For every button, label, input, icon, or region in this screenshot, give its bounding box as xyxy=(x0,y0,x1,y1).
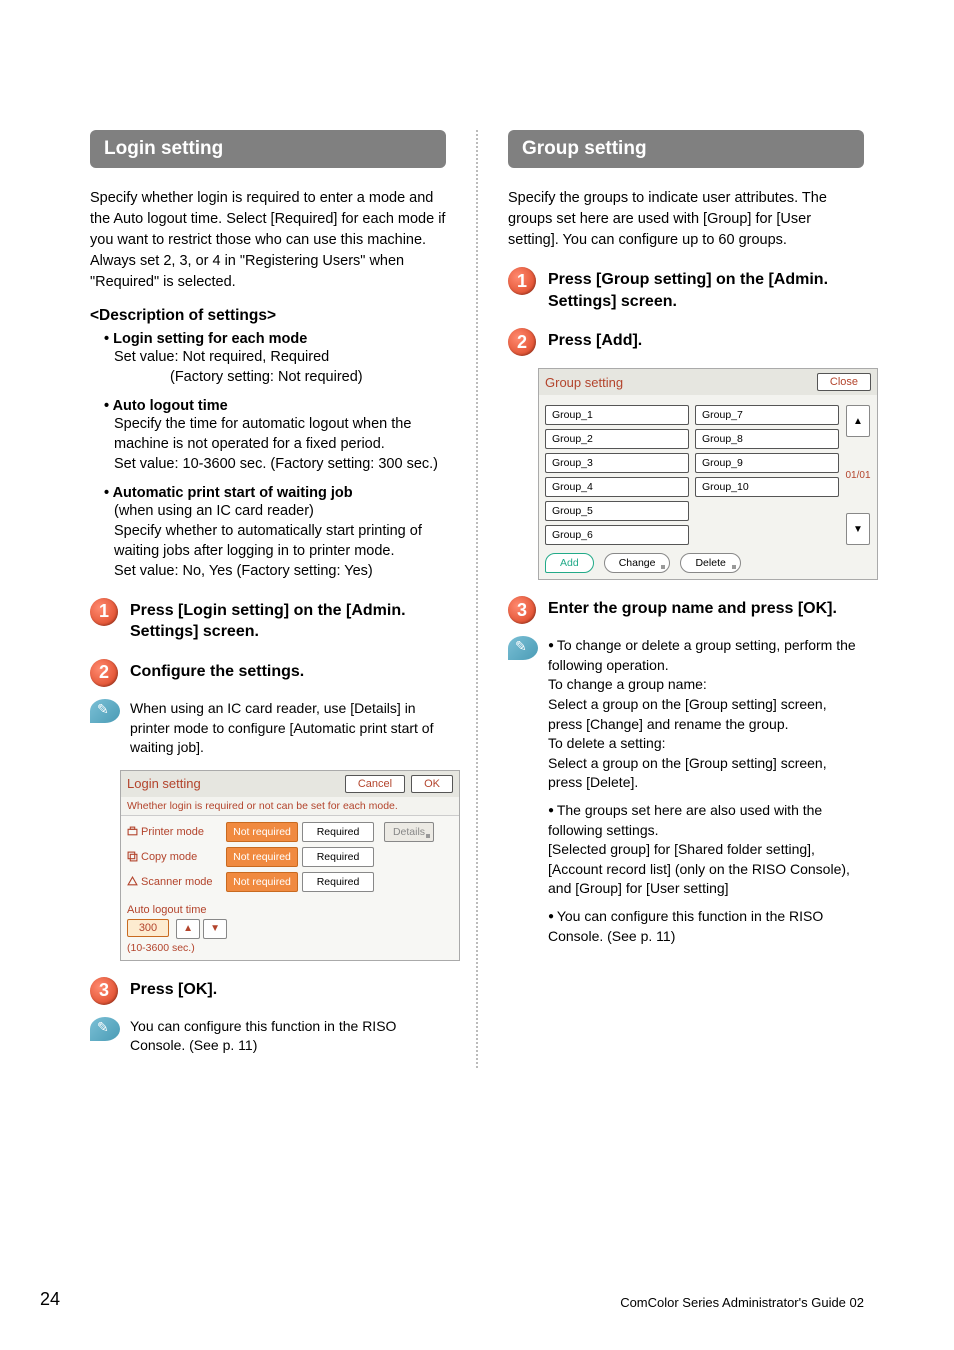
right-step-2: Press [Add]. xyxy=(548,328,642,352)
logout-up-button[interactable]: ▲ xyxy=(176,919,200,939)
bullet-auto-print: Automatic print start of waiting job xyxy=(104,485,446,501)
scanner-req-button[interactable]: Required xyxy=(302,872,374,892)
group-item[interactable]: Group_2 xyxy=(545,429,689,449)
group-setting-heading: Group setting xyxy=(508,130,864,168)
scanner-icon xyxy=(127,876,138,887)
copy-notreq-button[interactable]: Not required xyxy=(226,847,298,867)
login-dlg-ok-button[interactable]: OK xyxy=(411,775,453,793)
note-icon xyxy=(90,699,120,723)
login-dlg-sub: Whether login is required or not can be … xyxy=(121,797,459,816)
group-dlg-title: Group setting xyxy=(545,375,623,390)
bullet-auto-print-d2: Set value: No, Yes (Factory setting: Yes… xyxy=(114,561,446,581)
printer-notreq-button[interactable]: Not required xyxy=(226,822,298,842)
group-item[interactable]: Group_7 xyxy=(695,405,839,425)
left-step-2: Configure the settings. xyxy=(130,659,304,683)
group-intro: Specify the groups to indicate user attr… xyxy=(508,188,864,251)
bullet-auto-logout-d1: Specify the time for automatic logout wh… xyxy=(114,414,446,455)
auto-logout-label: Auto logout time xyxy=(127,904,453,916)
note-icon xyxy=(90,1017,120,1041)
column-divider xyxy=(476,130,478,1068)
bullet-auto-logout: Auto logout time xyxy=(104,398,446,414)
bullet-auto-print-d0: (when using an IC card reader) xyxy=(114,501,446,521)
scanner-notreq-button[interactable]: Not required xyxy=(226,872,298,892)
auto-logout-range: (10-3600 sec.) xyxy=(127,942,453,954)
group-item[interactable]: Group_5 xyxy=(545,501,689,521)
right-step-1: Press [Group setting] on the [Admin. Set… xyxy=(548,267,864,312)
bullet-auto-print-d1: Specify whether to automatically start p… xyxy=(114,521,446,562)
printer-req-button[interactable]: Required xyxy=(302,822,374,842)
left-note-2: You can configure this function in the R… xyxy=(130,1017,446,1056)
r-step-1-badge: 1 xyxy=(508,267,536,295)
note-also-used: The groups set here are also used with t… xyxy=(548,801,864,899)
login-dlg-cancel-button[interactable]: Cancel xyxy=(345,775,405,793)
note-icon xyxy=(508,636,538,660)
logout-down-button[interactable]: ▼ xyxy=(203,919,227,939)
printer-mode-label: Printer mode xyxy=(127,826,222,838)
bullet-login-mode: Login setting for each mode xyxy=(104,331,446,347)
copy-req-button[interactable]: Required xyxy=(302,847,374,867)
page-number: 24 xyxy=(40,1289,60,1310)
group-item[interactable]: Group_8 xyxy=(695,429,839,449)
bullet-login-mode-val1: Set value: Not required, Required xyxy=(114,347,446,367)
step-1-badge: 1 xyxy=(90,598,118,626)
note-riso-console: You can configure this function in the R… xyxy=(548,907,864,946)
r-step-2-badge: 2 xyxy=(508,328,536,356)
scroll-down-button[interactable]: ▼ xyxy=(846,513,870,545)
left-step-3: Press [OK]. xyxy=(130,977,217,1001)
group-item[interactable]: Group_10 xyxy=(695,477,839,497)
login-setting-heading: Login setting xyxy=(90,130,446,168)
note-change-delete: To change or delete a group setting, per… xyxy=(548,636,864,793)
group-item[interactable]: Group_6 xyxy=(545,525,689,545)
auto-logout-value[interactable]: 300 xyxy=(127,919,169,937)
group-change-button[interactable]: Change xyxy=(604,553,671,573)
group-dlg-close-button[interactable]: Close xyxy=(817,373,871,391)
page-indicator: 01/01 xyxy=(845,470,870,481)
scanner-mode-label: Scanner mode xyxy=(127,876,222,888)
copy-mode-label: Copy mode xyxy=(127,851,222,863)
left-note-1: When using an IC card reader, use [Detai… xyxy=(130,699,446,758)
step-3-badge: 3 xyxy=(90,977,118,1005)
group-item[interactable]: Group_3 xyxy=(545,453,689,473)
desc-of-settings-head: <Description of settings> xyxy=(90,307,446,325)
footer-text: ComColor Series Administrator's Guide 02 xyxy=(620,1295,864,1310)
login-intro: Specify whether login is required to ent… xyxy=(90,188,446,293)
copy-icon xyxy=(127,851,138,862)
group-setting-dialog: Group setting Close Group_1 Group_2 Grou… xyxy=(538,368,878,580)
r-step-3-badge: 3 xyxy=(508,596,536,624)
group-delete-button[interactable]: Delete xyxy=(680,553,740,573)
right-step-3: Enter the group name and press [OK]. xyxy=(548,596,837,620)
group-item[interactable]: Group_9 xyxy=(695,453,839,473)
bullet-auto-logout-d2: Set value: 10-3600 sec. (Factory setting… xyxy=(114,454,446,474)
step-2-badge: 2 xyxy=(90,659,118,687)
group-item[interactable]: Group_1 xyxy=(545,405,689,425)
printer-icon xyxy=(127,826,138,837)
scroll-up-button[interactable]: ▲ xyxy=(846,405,870,437)
left-step-1: Press [Login setting] on the [Admin. Set… xyxy=(130,598,446,643)
bullet-login-mode-val2: (Factory setting: Not required) xyxy=(170,367,446,387)
group-add-button[interactable]: Add xyxy=(545,553,594,573)
login-setting-dialog: Login setting Cancel OK Whether login is… xyxy=(120,770,460,961)
login-dlg-title: Login setting xyxy=(127,776,201,791)
printer-details-button[interactable]: Details xyxy=(384,822,434,842)
group-item[interactable]: Group_4 xyxy=(545,477,689,497)
